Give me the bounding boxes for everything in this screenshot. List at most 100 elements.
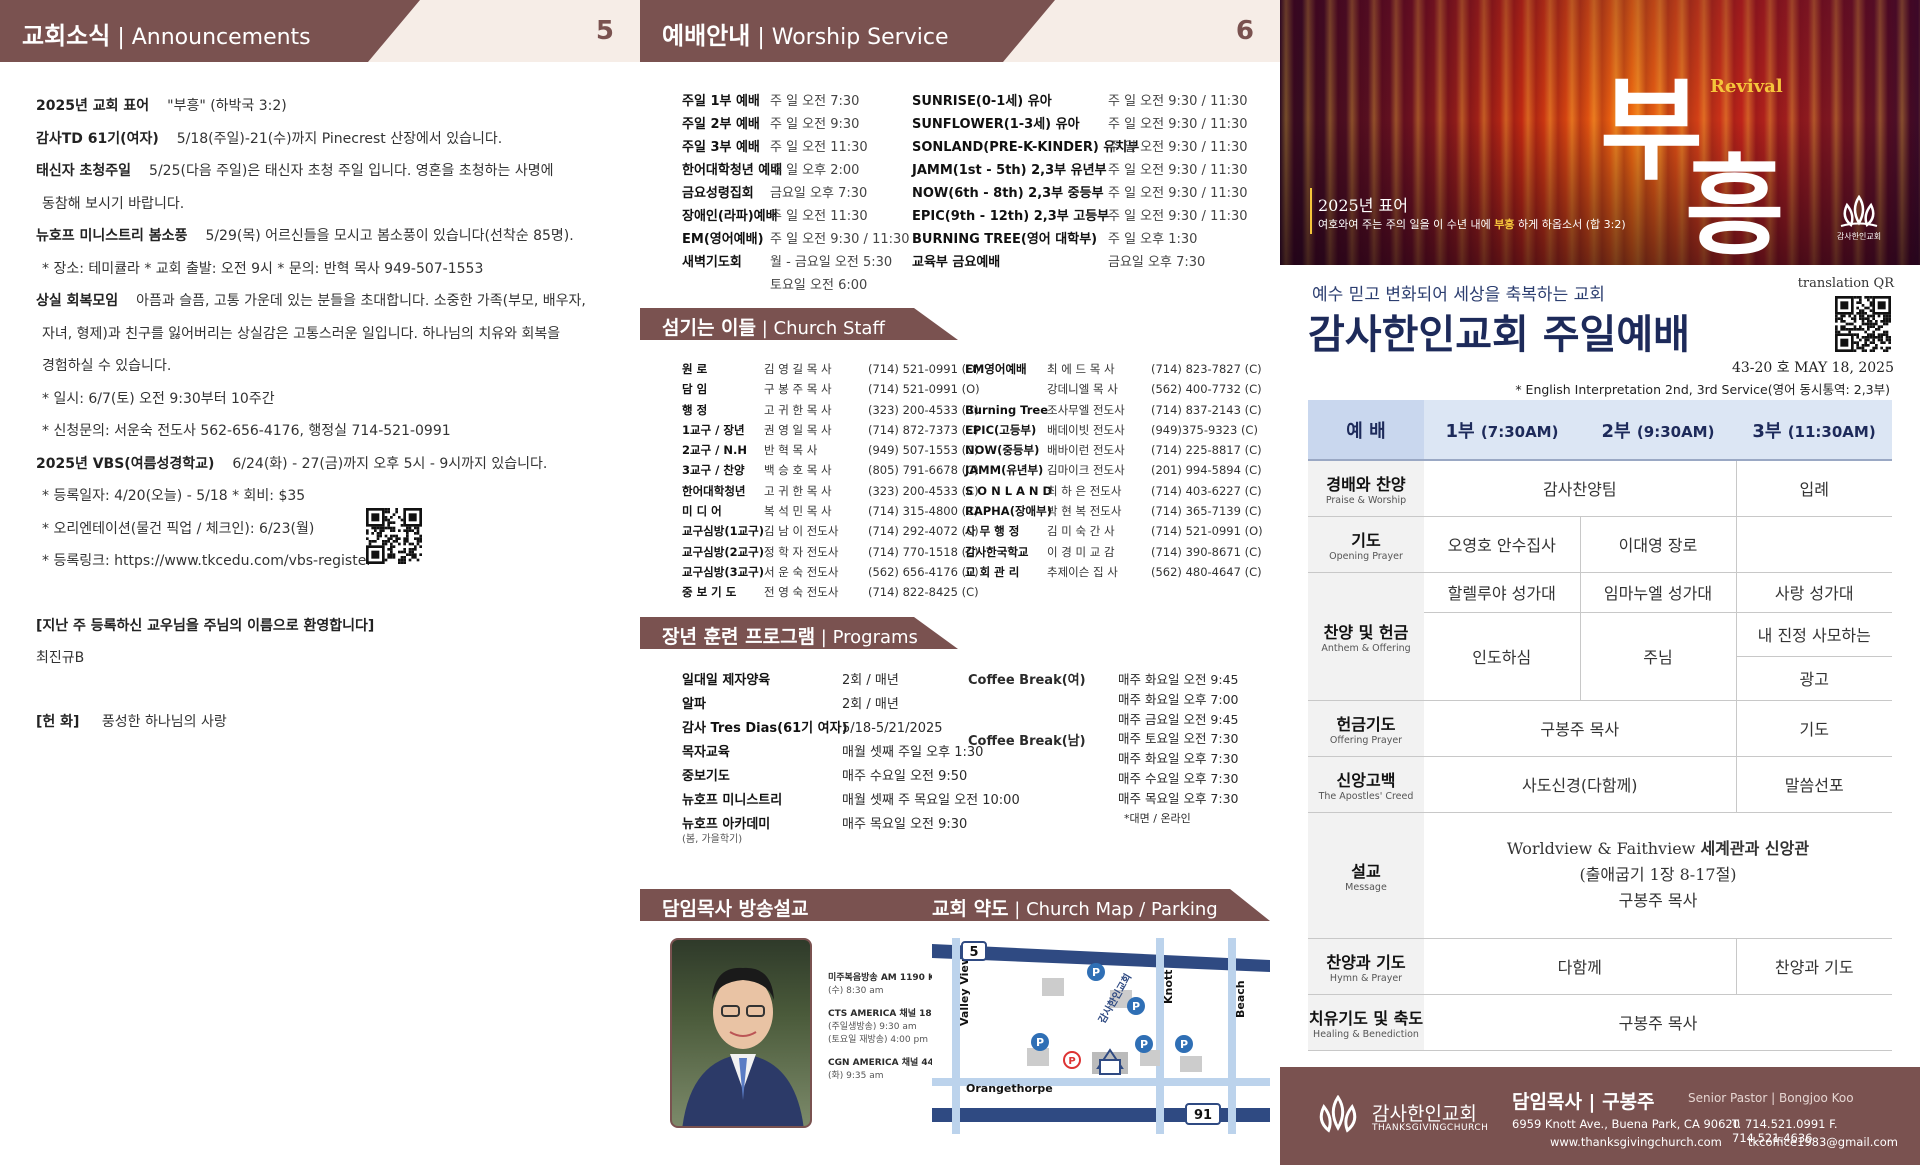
staff-name: 고 귀 한 목 사 (764, 483, 832, 498)
staff-item: 1교구 / 장년 권 영 일 목 사 (714) 872-7373 (C) (682, 420, 980, 440)
announcement-text: * 등록링크: https://www.tkcedu.com/vbs-regis… (42, 553, 373, 569)
broadcast-item: CTS AMERICA 채널 18-8 (주일생방송) 9:30 am (828, 1008, 949, 1034)
worship-time: 주 일 오전 9:30 / 11:30 (770, 232, 910, 247)
announcement-label: 뉴호프 미니스트리 봄소풍 (36, 228, 188, 244)
worship-item: 장애인(라파)예배주 일 오전 11:30 (682, 205, 910, 228)
worship-item: 한어대학청년 예배주 일 오후 2:00 (682, 159, 910, 182)
announcement-text: * 등록일자: 4/20(오늘) - 5/18 * 회비: $35 (42, 488, 306, 504)
svg-text:P: P (1068, 1056, 1075, 1067)
staff-role: EM영어예배 (965, 362, 1027, 376)
worship-item: 교육부 금요예배 금요일 오후 7:30 (912, 251, 1248, 274)
staff-phone: (714) 770-1518 (C) (868, 544, 979, 559)
program-item: 중보기도 매주 수요일 오전 9:50 (682, 765, 1020, 789)
broadcast-time: (토요일 재방송) 4:00 pm (828, 1035, 928, 1045)
worship-item: EM(영어예배) 주 일 오전 9:30 / 11:30 (682, 228, 910, 251)
worship-time: 주 일 오후 1:30 (1108, 232, 1198, 247)
worship-name: 장애인(라파)예배 (682, 209, 778, 224)
church-footer: 감사한인교회 THANKSGIVINGCHURCH 담임목사 | 구봉주 Sen… (1280, 1067, 1920, 1165)
staff-role: 사 무 행 정 (965, 524, 1020, 539)
staff-role: 원 로 (682, 362, 708, 376)
worship-schedule-adult: 주일 1부 예배 주 일 오전 7:30 주일 2부 예배 주 일 오전 9:30 주일… (682, 90, 910, 297)
staff-phone: (714) 521-0991 (O) (868, 382, 980, 397)
worship-name: NOW(6th - 8th) 2,3부 중등부 (912, 186, 1104, 201)
staff-phone: (714) 390-8671 (C) (1151, 544, 1262, 559)
staff-phone: (949)375-9323 (C) (1151, 422, 1258, 437)
broadcast-item: 미주복음방송 AM 1190 KHZ (수) 8:30 am (828, 972, 949, 998)
sermon-title-ko: 세계관과 신앙관 (1700, 839, 1810, 858)
academy-note: (봄, 가을학기) (682, 834, 743, 845)
staff-item: 사 무 행 정 김 미 숙 간 사 (714) 521-0991 (O) (965, 521, 1263, 541)
translation-qr-label: translation QR (1797, 276, 1894, 291)
worship-time: 주 일 오후 2:00 (770, 163, 860, 178)
program-name: 뉴호프 미니스트리 (682, 793, 783, 808)
staff-phone: (714) 365-7139 (C) (1151, 504, 1262, 519)
footer-website[interactable]: www.thanksgivingchurch.com (1550, 1135, 1722, 1149)
staff-phone: (714) 521-0991 (O) (868, 362, 980, 376)
staff-role: JAMM(유년부) (965, 463, 1044, 478)
worship-header: 예배안내 | Worship Service 6 (640, 0, 1280, 62)
worship-time: 주 일 오전 9:30 / 11:30 (1108, 117, 1248, 132)
staff-role: 교구심방(3교구) (682, 564, 764, 579)
worship-time: 주 일 오전 9:30 / 11:30 (1108, 140, 1248, 155)
coffee-break-time: 매주 화요일 오전 9:45 (1118, 672, 1239, 687)
staff-item: 강데니엘 목 사 (562) 400-7732 (C) (965, 379, 1263, 399)
announcement-text: 경험하실 수 있습니다. (42, 358, 172, 374)
coffee-break-times: 매주 화요일 오전 9:45 매주 화요일 오후 7:00 매주 금요일 오전 9:… (1118, 670, 1239, 828)
church-map[interactable]: P P P P P P 감사한인교회 Valley View Knott Bea… (932, 938, 1270, 1134)
flower-offering-label: [헌 화] (36, 714, 80, 730)
staff-name: 복 석 민 목 사 (764, 504, 832, 519)
worship-time: 금요일 오후 7:30 (770, 186, 868, 201)
staff-name: 구 봉 주 목 사 (764, 382, 832, 397)
staff-role: S O N L A N D (965, 483, 1053, 498)
staff-role: 2교구 / N.H (682, 443, 747, 458)
footer-email[interactable]: tkcoffice1983@gmail.com (1748, 1135, 1898, 1149)
staff-phone: (714) 403-6227 (C) (1151, 483, 1262, 498)
announcement-item: * 등록일자: 4/20(오늘) - 5/18 * 회비: $35 (42, 480, 305, 512)
footer-church-name-en: THANKSGIVINGCHURCH (1372, 1123, 1489, 1133)
announcement-item: 뉴호프 미니스트리 봄소풍 5/29(목) 어르신들을 모시고 봄소풍이 있습니다… (36, 220, 574, 252)
vbs-qr-code[interactable] (366, 508, 422, 564)
staff-item: 교구심방(2교구)정 학 자 전도사 (714) 770-1518 (C) (682, 542, 980, 562)
parking-icon-3: P (1127, 997, 1145, 1015)
worship-time: 주 일 오전 11:30 (770, 209, 868, 224)
announcement-item: 자녀, 형제)과 친구를 잃어버리는 상실감은 고통스러운 일입니다. 하나님의… (42, 318, 560, 350)
translation-qr-code[interactable] (1835, 296, 1891, 352)
service-3-label: 3부 (1752, 420, 1782, 442)
staff-phone: (805) 791-6678 (C) (868, 463, 979, 478)
knott-street (1156, 938, 1164, 1134)
staff-role: 한어대학청년 (682, 483, 746, 498)
service-1-label: 1부 (1445, 420, 1475, 442)
worship-name: 금요성령집회 (682, 186, 754, 201)
worship-time: 주 일 오전 7:30 (770, 94, 860, 109)
footer-pastor-en: Senior Pastor | Bongjoo Koo (1688, 1091, 1854, 1105)
hero-verse: 여호와여 주는 주의 일을 이 수년 내에 부흥 하게 하옵소서 (합 3:2) (1318, 218, 1626, 231)
staff-role: 교구심방(1교구) (682, 524, 764, 539)
announcement-text: 5/18(주일)-21(수)까지 Pinecrest 산장에서 있습니다. (176, 130, 503, 147)
worship-schedule-children: SUNRISE(0-1세) 유아 주 일 오전 9:30 / 11:30 SUNFL… (912, 90, 1248, 274)
coffee-break-time: 매주 토요일 오전 7:30 (1118, 731, 1239, 747)
program-name: 일대일 제자양육 (682, 673, 771, 688)
map-title: 교회 약도 (932, 898, 1009, 920)
staff-item: 3교구 / 찬양 백 승 호 목 사 (805) 791-6678 (C) (682, 460, 980, 480)
worship-item: BURNING TREE(영어 대학부) 주 일 오후 1:30 (912, 228, 1248, 251)
hero-theme-label: 2025년 표어 (1318, 196, 1408, 215)
map-subtitle: Church Map / Parking (1026, 899, 1218, 920)
parking-icon-2: P (1087, 963, 1105, 981)
staff-name: 박 현 복 전도사 (1047, 504, 1122, 519)
worship-time: 주 일 오전 11:30 (770, 140, 868, 155)
worship-item: 주일 3부 예배 주 일 오전 11:30 (682, 136, 910, 159)
pastor-photo (670, 938, 812, 1128)
parking-icon-1: P (1031, 1033, 1049, 1051)
coffee-break-women: Coffee Break(여) (968, 673, 1086, 688)
staff-role: 미 디 어 (682, 504, 722, 519)
announcement-text: * 오리엔테이션(물건 픽업 / 체크인): 6/23(월) (42, 520, 315, 537)
announcement-item: 경험하실 수 있습니다. (42, 350, 171, 382)
bulletin-cover: 부 흥 Revival 2025년 표어 여호와여 주는 주의 일을 이 수년 … (1280, 0, 1920, 1165)
order-row-praise: 경배와 찬양 Praise & Worship 감사찬양팀 입례 (1308, 460, 1892, 517)
service-3-time: (11:30AM) (1787, 422, 1876, 441)
coffee-break-time: 매주 금요일 오전 9:45 (1118, 711, 1239, 727)
staff-item: EM영어예배 최 에 드 목 사 (714) 823-7827 (C) (965, 359, 1263, 379)
staff-item: JAMM(유년부) 김마이크 전도사 (201) 994-5894 (C) (965, 460, 1263, 480)
worship-name: EPIC(9th - 12th) 2,3부 고등부 (912, 209, 1110, 224)
coffee-break-time: 매주 화요일 오후 7:30 (1118, 751, 1239, 767)
